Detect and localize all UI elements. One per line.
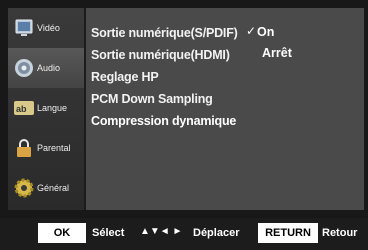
option-on[interactable]: On [257,25,274,39]
return-key[interactable]: RETURN [258,223,318,243]
sidebar-item-language[interactable]: ab Langue [8,88,84,128]
language-icon: ab [14,101,34,115]
sidebar-item-video[interactable]: Vidéo [8,8,84,48]
sidebar-item-audio[interactable]: Audio [8,48,84,88]
select-label: Sélect [92,227,125,239]
menu-item-digital-out-spdif[interactable]: Sortie numérique(S/PDIF) [91,26,238,40]
return-label: Retour [322,227,358,239]
ok-key[interactable]: OK [38,223,86,243]
svg-text:ab: ab [16,104,27,114]
sidebar-item-label: Audio [37,63,61,73]
menu-item-dynamic-compression[interactable]: Compression dynamique [91,114,236,128]
arrow-keys-icon: ▲▼◄ ► [140,226,183,237]
move-label: Déplacer [193,227,240,239]
menu-item-speaker-setup[interactable]: Reglage HP [91,70,159,84]
sidebar-item-parental[interactable]: Parental [8,128,84,168]
check-icon: ✓ [246,24,257,38]
video-icon [15,19,33,36]
sidebar: Vidéo Audio ab Langue Parental Général [8,8,86,210]
menu-item-pcm-down-sampling[interactable]: PCM Down Sampling [91,92,213,106]
lock-icon [17,139,31,157]
gear-icon [14,178,34,198]
option-off[interactable]: Arrêt [262,46,292,60]
sidebar-item-general[interactable]: Général [8,168,84,208]
sidebar-item-label: Langue [37,103,68,113]
sidebar-item-label: Vidéo [37,23,60,33]
sidebar-item-label: Parental [37,143,71,153]
speaker-icon [15,59,33,77]
menu-item-digital-out-hdmi[interactable]: Sortie numérique(HDMI) [91,48,230,62]
sidebar-item-label: Général [37,183,70,193]
